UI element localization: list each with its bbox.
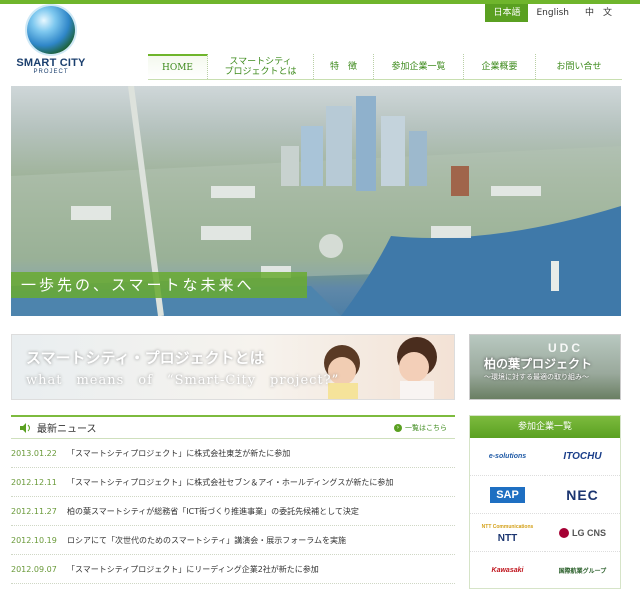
partner-logo-grid: e-solutions ITOCHU SAP NEC NTT Communica… xyxy=(470,438,620,588)
lang-english[interactable]: English xyxy=(528,4,577,22)
about-banner[interactable]: スマートシティ・プロジェクトとは what means of “Smart-Ci… xyxy=(11,334,455,400)
partner-logo-lgcns[interactable]: LG CNS xyxy=(545,514,620,552)
kashiwa-banner[interactable]: UDC 柏の葉プロジェクト 〜環境に対する最適の取り組み〜 xyxy=(469,334,621,400)
news-more-link[interactable]: › 一覧はこちら xyxy=(394,423,447,433)
partners-panel: 参加企業一覧 e-solutions ITOCHU SAP NEC NTT Co… xyxy=(469,415,621,589)
nav-about[interactable]: スマートシティ プロジェクトとは xyxy=(208,54,314,79)
news-date: 2012.09.07 xyxy=(11,564,57,574)
news-date: 2012.11.27 xyxy=(11,506,57,516)
news-text[interactable]: 「スマートシティプロジェクト」にリーディング企業2社が新たに参加 xyxy=(67,564,319,575)
partner-logo-itochu[interactable]: ITOCHU xyxy=(545,438,620,476)
news-date: 2012.10.19 xyxy=(11,535,57,545)
main-nav: HOME スマートシティ プロジェクトとは 特 徴 参加企業一覧 企業概要 お問… xyxy=(148,54,622,80)
hero-tagline: 一歩先の、スマートな未来へ xyxy=(11,272,307,298)
news-date: 2012.12.11 xyxy=(11,477,57,487)
partner-logo-esolutions[interactable]: e-solutions xyxy=(470,438,545,476)
logo-subtitle: PROJECT xyxy=(33,69,69,75)
news-item[interactable]: 2013.01.22 「スマートシティプロジェクト」に株式会社東芝が新たに参加 xyxy=(11,439,455,468)
lang-chinese[interactable]: 中 文 xyxy=(577,4,620,22)
lang-japanese[interactable]: 日本語 xyxy=(485,4,529,22)
nav-contact[interactable]: お問い合せ xyxy=(536,54,622,79)
kashiwa-subtitle: 〜環境に対する最適の取り組み〜 xyxy=(484,373,589,381)
speaker-icon xyxy=(20,422,30,433)
udc-sign: UDC xyxy=(548,341,583,355)
partner-logo-ntt[interactable]: NTT Communications NTT xyxy=(470,514,545,552)
news-text[interactable]: 「スマートシティプロジェクト」に株式会社セブン＆アイ・ホールディングスが新たに参… xyxy=(67,477,393,488)
about-title-ja: スマートシティ・プロジェクトとは xyxy=(26,349,265,367)
partners-title: 参加企業一覧 xyxy=(470,416,620,438)
news-header: 最新ニュース › 一覧はこちら xyxy=(11,415,455,439)
about-title-en: what means of “Smart-City project?” xyxy=(26,373,340,388)
news-date: 2013.01.22 xyxy=(11,448,57,458)
partner-logo-nec[interactable]: NEC xyxy=(545,476,620,514)
lg-icon xyxy=(558,527,569,538)
nav-partners[interactable]: 参加企業一覧 xyxy=(374,54,464,79)
news-text[interactable]: 「スマートシティプロジェクト」に株式会社東芝が新たに参加 xyxy=(67,448,290,459)
news-text[interactable]: 柏の葉スマートシティが総務省「ICT街づくり推進事業」の委託先候補として決定 xyxy=(67,506,359,517)
partner-logo-sap[interactable]: SAP xyxy=(470,476,545,514)
hero-image: 一歩先の、スマートな未来へ xyxy=(11,86,621,316)
news-item[interactable]: 2012.12.11 「スマートシティプロジェクト」に株式会社セブン＆アイ・ホー… xyxy=(11,468,455,497)
arrow-right-icon: › xyxy=(394,423,402,432)
news-item[interactable]: 2012.09.07 「スマートシティプロジェクト」にリーディング企業2社が新た… xyxy=(11,555,455,584)
news-item[interactable]: 2012.11.27 柏の葉スマートシティが総務省「ICT街づくり推進事業」の委… xyxy=(11,497,455,526)
nav-features[interactable]: 特 徴 xyxy=(314,54,374,79)
nav-home[interactable]: HOME xyxy=(148,54,208,79)
nav-company[interactable]: 企業概要 xyxy=(464,54,536,79)
news-section: 最新ニュース › 一覧はこちら 2013.01.22 「スマートシティプロジェク… xyxy=(11,415,455,584)
language-switcher: 日本語 English 中 文 xyxy=(485,4,620,22)
partner-logo-kokusai[interactable]: 国際航業グループ xyxy=(545,552,620,588)
news-item[interactable]: 2012.10.19 ロシアにて「次世代のためのスマートシティ」講演会・展示フォ… xyxy=(11,526,455,555)
news-more-label: 一覧はこちら xyxy=(405,423,447,432)
site-logo[interactable]: SMART CITY PROJECT xyxy=(10,6,92,78)
news-text[interactable]: ロシアにて「次世代のためのスマートシティ」講演会・展示フォーラムを実施 xyxy=(67,535,346,546)
kashiwa-title: 柏の葉プロジェクト xyxy=(484,357,593,371)
partner-logo-kawasaki[interactable]: Kawasaki xyxy=(470,552,545,588)
globe-icon xyxy=(27,6,75,54)
news-title: 最新ニュース xyxy=(37,424,97,435)
logo-title: SMART CITY xyxy=(16,57,86,69)
